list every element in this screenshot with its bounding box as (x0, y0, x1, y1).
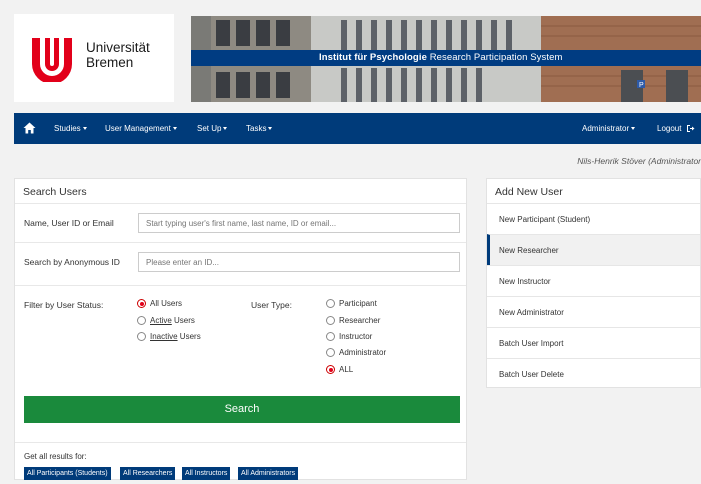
caret-down-icon (172, 127, 177, 131)
caret-down-icon (268, 127, 273, 131)
nav-logout[interactable]: Logout (657, 124, 695, 133)
caret-down-icon (223, 127, 228, 131)
add-participant-link[interactable]: New Participant (Student) (487, 203, 700, 234)
all-researchers-link[interactable]: All Researchers (120, 467, 176, 480)
user-type-label: User Type: (251, 300, 292, 310)
all-results-label: Get all results for: (24, 452, 87, 461)
add-administrator-link[interactable]: New Administrator (487, 296, 700, 327)
add-researcher-link[interactable]: New Researcher (487, 234, 700, 265)
add-new-user-panel: Add New User New Participant (Student) N… (486, 178, 701, 388)
status-filter-label: Filter by User Status: (24, 300, 104, 310)
nav-administrator[interactable]: Administrator (582, 124, 636, 133)
status-option-inactive[interactable]: Inactive Users (137, 332, 201, 341)
banner-title: Institut für Psychologie Research Partic… (319, 52, 563, 63)
radio-unchecked-icon (326, 332, 335, 341)
type-option-administrator[interactable]: Administrator (326, 348, 386, 357)
radio-checked-icon (137, 299, 146, 308)
university-logo[interactable]: Universität Bremen (14, 14, 174, 102)
anonymous-id-input[interactable] (138, 252, 460, 272)
header-banner: P Institut für Psychologie Research Part… (191, 16, 701, 102)
university-logo-mark (32, 38, 72, 82)
radio-unchecked-icon (326, 299, 335, 308)
caret-down-icon (631, 127, 636, 131)
nav-studies[interactable]: Studies (54, 124, 87, 133)
radio-unchecked-icon (137, 332, 146, 341)
logout-icon (686, 125, 695, 133)
type-option-instructor[interactable]: Instructor (326, 332, 372, 341)
type-option-all[interactable]: ALL (326, 365, 353, 374)
home-icon[interactable] (23, 122, 36, 134)
radio-unchecked-icon (137, 316, 146, 325)
radio-checked-icon (326, 365, 335, 374)
add-instructor-link[interactable]: New Instructor (487, 265, 700, 296)
nav-set-up[interactable]: Set Up (197, 124, 228, 133)
nav-user-management[interactable]: User Management (105, 124, 177, 133)
logged-in-user: Nils-Henrik Stöver (Administrator (577, 156, 701, 166)
all-participants-link[interactable]: All Participants (Students) (24, 467, 111, 480)
search-button[interactable]: Search (24, 396, 460, 423)
main-navbar: Studies User Management Set Up Tasks Adm… (14, 113, 701, 144)
status-option-all[interactable]: All Users (137, 299, 182, 308)
radio-unchecked-icon (326, 316, 335, 325)
nav-tasks[interactable]: Tasks (246, 124, 273, 133)
batch-user-import-link[interactable]: Batch User Import (487, 327, 700, 358)
name-search-label: Name, User ID or Email (24, 218, 114, 228)
divider (15, 285, 466, 286)
svg-text:P: P (639, 82, 644, 89)
divider (15, 203, 466, 204)
anonymous-id-label: Search by Anonymous ID (24, 257, 120, 267)
radio-unchecked-icon (326, 348, 335, 357)
add-new-user-title: Add New User (495, 186, 563, 198)
search-users-title: Search Users (23, 186, 87, 198)
caret-down-icon (82, 127, 87, 131)
status-option-active[interactable]: Active Users (137, 316, 195, 325)
batch-user-delete-link[interactable]: Batch User Delete (487, 358, 700, 389)
all-administrators-link[interactable]: All Administrators (238, 467, 299, 480)
type-option-participant[interactable]: Participant (326, 299, 377, 308)
name-search-input[interactable] (138, 213, 460, 233)
type-option-researcher[interactable]: Researcher (326, 316, 380, 325)
university-name: Universität Bremen (86, 40, 150, 70)
divider (15, 242, 466, 243)
all-instructors-link[interactable]: All Instructors (182, 467, 231, 480)
search-users-panel: Search Users Name, User ID or Email Sear… (14, 178, 467, 480)
divider (15, 442, 466, 443)
